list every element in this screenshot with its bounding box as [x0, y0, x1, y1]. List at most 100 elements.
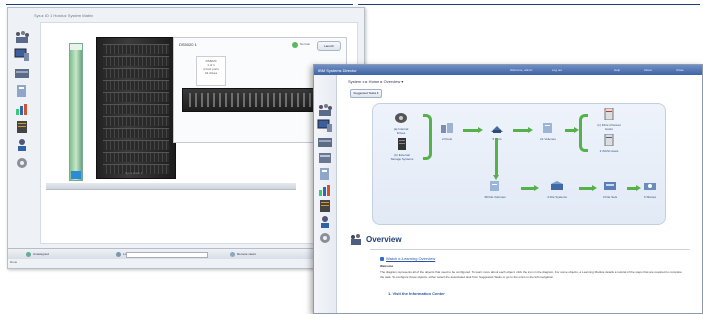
fibre-channel-hosts-node[interactable]: (c) Fibre Channel Hosts [587, 107, 631, 131]
remote-views-item[interactable]: Remote views [230, 251, 256, 257]
top-rule-left [6, 4, 353, 5]
monitor-icon[interactable] [14, 48, 30, 62]
volumes-label: 21 Volumes [540, 137, 556, 141]
drive-icon [395, 113, 407, 123]
tier-icon [491, 126, 503, 133]
pools-label: 2 Pools [441, 137, 452, 141]
title-bar: IBM Systems Director Welcome, admin Log … [314, 65, 702, 75]
device-title: DS5020 1 [179, 42, 197, 47]
arrow-fs-filesets [579, 185, 597, 191]
left-navigation [12, 30, 34, 180]
user-icon[interactable] [14, 138, 30, 152]
chart-icon[interactable] [14, 102, 30, 116]
arrow-tiers-down [493, 138, 499, 180]
iscsi-hosts-node[interactable]: 3 iSCSI Hosts [587, 133, 631, 153]
locate-icon [116, 251, 121, 257]
file-volume-icon [490, 181, 499, 191]
fibre-channel-hosts-label: (c) Fibre Channel Hosts [597, 123, 621, 131]
monitor-icon[interactable] [317, 119, 333, 133]
file-set-icon [604, 182, 616, 190]
pools-node[interactable]: 2 Pools [435, 122, 459, 141]
storage-box-icon[interactable] [317, 135, 333, 149]
storage-manager-window: Sys ▸ ID 1 Hosts ▸ System Matrix Sys ▸ R… [7, 7, 365, 269]
internal-drives-node[interactable]: (a) Internal Drives [385, 112, 417, 135]
view-icon [230, 251, 235, 257]
storage-rack[interactable] [96, 37, 176, 179]
volume-icon[interactable] [14, 84, 30, 98]
internal-drives-label: (a) Internal Drives [393, 127, 409, 135]
unassigned-item[interactable]: Unassigned [26, 251, 49, 257]
overview-title: Overview [366, 235, 402, 244]
welcome-user: Welcome, admin [510, 68, 533, 72]
external-storage-node[interactable]: (b) External Storage Systems [383, 138, 421, 161]
app-title: IBM Systems Director [318, 68, 357, 73]
host-icon [604, 133, 614, 147]
help-link[interactable]: Help [614, 68, 620, 72]
shares-label: 6 Shares [643, 195, 656, 199]
iscsi-hosts-label: 3 iSCSI Hosts [599, 149, 619, 153]
rack-base [46, 183, 296, 190]
top-rule-right [358, 4, 700, 5]
watch-elearning-link[interactable]: Watch e-Learning Overview [380, 256, 435, 261]
overview-divider [370, 249, 690, 250]
user-icon[interactable] [317, 215, 333, 229]
people-icon[interactable] [14, 30, 30, 44]
file-systems-label: 4 File Systems [547, 195, 567, 199]
file-systems-node[interactable]: 4 File Systems [537, 180, 577, 199]
file-system-icon [551, 181, 563, 190]
status-line: Done [10, 260, 18, 264]
server-icon[interactable] [14, 120, 30, 134]
server-icon[interactable] [317, 199, 333, 213]
external-storage-label: (b) External Storage Systems [390, 153, 414, 161]
storage-icon [26, 251, 31, 257]
disk-icon[interactable] [317, 151, 333, 165]
overview-window: IBM Systems Director Welcome, admin Log … [313, 64, 703, 314]
people-icon[interactable] [317, 103, 333, 117]
logout-link[interactable]: Log out [552, 68, 562, 72]
welcome-subhead: Welcome [380, 264, 394, 268]
gear-icon[interactable] [317, 231, 333, 245]
close-link[interactable]: Close [676, 68, 684, 72]
arrow-pools-tiers [463, 127, 483, 133]
zoom-slider[interactable] [126, 252, 208, 258]
pool-icon [441, 123, 453, 133]
main-content: System x ▸ Home ▸ Overview ▾ Suggested T… [340, 77, 698, 309]
capacity-bar[interactable] [69, 43, 83, 181]
volumes-node[interactable]: 21 Volumes [533, 122, 563, 141]
breadcrumb[interactable]: Sys ▸ ID 1 Hosts ▸ System Matrix [34, 13, 93, 18]
bottom-toolbar: Unassigned Locate Remote views [8, 248, 364, 259]
host-icon [604, 107, 614, 121]
storage-system-icon [398, 138, 406, 150]
volume-icon[interactable] [317, 167, 333, 181]
arrow-volumes-hosts [565, 127, 579, 133]
info-line-4: 32 drives [204, 71, 218, 75]
arrow-tiers-volumes [513, 127, 533, 133]
gear-icon[interactable] [14, 156, 30, 170]
arrow-filevol-fs [521, 185, 539, 191]
file-volumes-label: 38 File Volumes [484, 195, 506, 199]
left-navigation [314, 75, 337, 313]
volume-stack-icon [543, 123, 552, 133]
chart-icon[interactable] [317, 183, 333, 197]
storage-box-icon[interactable] [14, 66, 30, 80]
file-sets-label: 3 File Sets [602, 195, 618, 199]
overview-paragraph: The diagram represents all of the object… [380, 270, 682, 279]
arrow-filesets-shares [627, 185, 641, 191]
configuration-flow-diagram: (a) Internal Drives (b) External Storage… [372, 103, 666, 225]
about-link[interactable]: About [644, 68, 652, 72]
file-sets-node[interactable]: 3 File Sets [595, 180, 625, 199]
video-icon [380, 256, 384, 261]
status-text: Normal [300, 42, 310, 46]
system-view-canvas: Sys ▸ Rack 1 DS5020 1 Normal Launch DS50… [40, 22, 358, 244]
status-icon [292, 42, 298, 48]
file-volumes-node[interactable]: 38 File Volumes [471, 180, 519, 199]
people-icon [351, 234, 361, 245]
breadcrumb[interactable]: System x ▸ Home ▸ Overview ▾ [348, 79, 403, 84]
suggested-tasks-button[interactable]: Suggested Tasks ▾ [350, 89, 382, 98]
launch-button[interactable]: Launch [317, 41, 341, 51]
information-center-link[interactable]: 1. Visit the Information Center [388, 291, 445, 296]
share-icon [644, 183, 656, 190]
storage-brace [423, 114, 432, 160]
rack-label: Sys ▸ Rack 1 [125, 171, 143, 175]
shares-node[interactable]: 6 Shares [637, 180, 663, 199]
